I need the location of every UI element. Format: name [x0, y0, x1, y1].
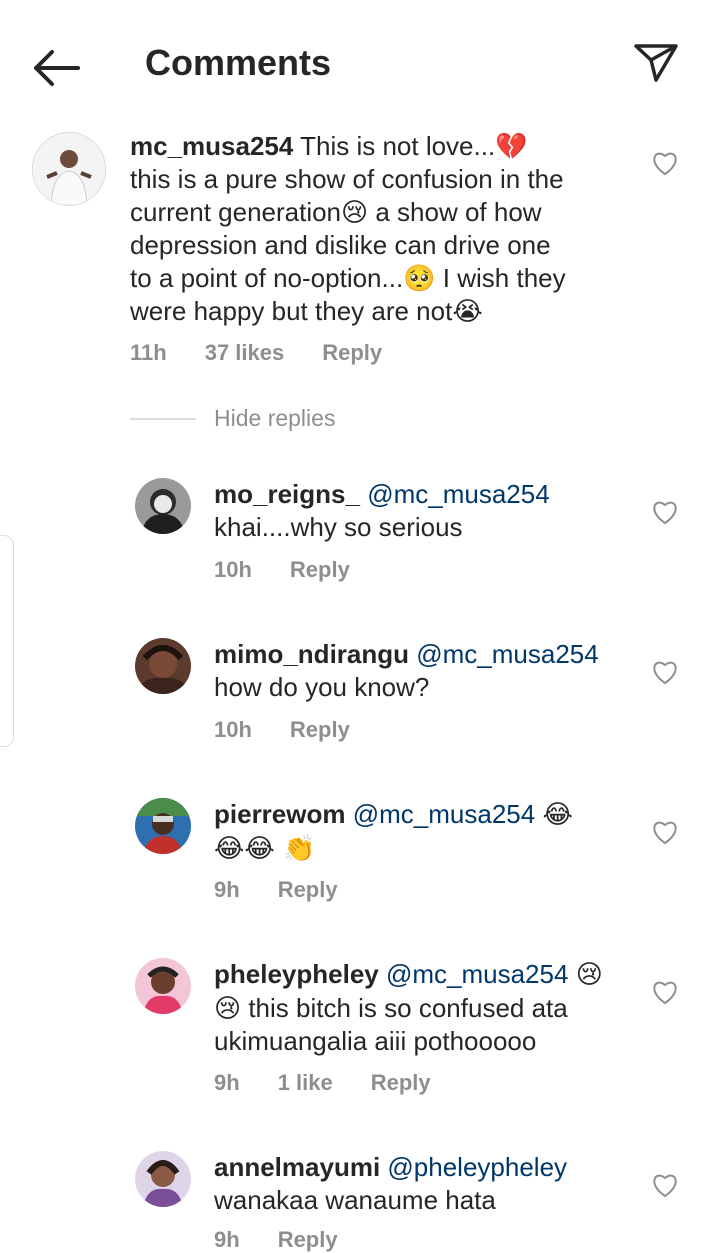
comment-line: were happy but they are not😭 — [130, 296, 483, 326]
comment-username[interactable]: pierrewom — [214, 799, 346, 829]
comment-line: depression and dislike can drive one — [130, 230, 551, 260]
comment-line: how do you know? — [214, 672, 430, 702]
share-button[interactable] — [630, 38, 682, 86]
mention-link[interactable]: @mc_musa254 — [386, 959, 568, 989]
comment-line: 😢 — [575, 960, 603, 990]
comment-text: annelmayumi @pheleypheley wanakaa wanaum… — [214, 1151, 644, 1217]
mention-link[interactable]: @mc_musa254 — [416, 639, 598, 669]
comment-username[interactable]: annelmayumi — [214, 1152, 380, 1182]
header-bar: Comments — [0, 0, 720, 130]
comment-line: wanakaa wanaume hata — [214, 1185, 496, 1215]
back-button[interactable] — [30, 46, 82, 90]
comment-meta: 11h 37 likes Reply — [130, 340, 420, 366]
mention-link[interactable]: @mc_musa254 — [353, 799, 535, 829]
comment-time: 10h — [214, 717, 252, 742]
comment-likes[interactable]: 1 like — [278, 1070, 333, 1095]
paper-plane-icon — [634, 44, 678, 82]
comment-meta: 10h Reply — [214, 717, 388, 743]
reply-button[interactable]: Reply — [278, 877, 338, 902]
heart-icon[interactable] — [651, 150, 679, 176]
divider — [130, 418, 196, 420]
avatar[interactable] — [32, 132, 106, 206]
comment-time: 10h — [214, 557, 252, 582]
comment-likes[interactable]: 37 likes — [205, 340, 285, 365]
comment-text: mc_musa254 This is not love...💔 this is … — [130, 130, 630, 328]
avatar[interactable] — [135, 958, 191, 1014]
mention-link[interactable]: @mc_musa254 — [367, 479, 549, 509]
mention-link[interactable]: @pheleypheley — [387, 1152, 567, 1182]
comment-line: current generation😢 a show of how — [130, 197, 542, 227]
reply-button[interactable]: Reply — [290, 717, 350, 742]
reply-button[interactable]: Reply — [290, 557, 350, 582]
comment-username[interactable]: pheleypheley — [214, 959, 379, 989]
comment-username[interactable]: mc_musa254 — [130, 131, 293, 161]
comment-time: 9h — [214, 1070, 240, 1095]
comment-time: 11h — [130, 340, 167, 365]
reply-button[interactable]: Reply — [322, 340, 382, 365]
heart-icon[interactable] — [651, 979, 679, 1005]
floating-panel-edge — [0, 535, 14, 747]
comment-text: pheleypheley @mc_musa254 😢 😢 this bitch … — [214, 958, 644, 1058]
hide-replies-label[interactable]: Hide replies — [214, 405, 335, 432]
heart-icon[interactable] — [651, 499, 679, 525]
comment-username[interactable]: mo_reigns_ — [214, 479, 360, 509]
comment-meta: 10h Reply — [214, 557, 388, 583]
arrow-left-icon — [34, 50, 80, 86]
heart-icon[interactable] — [651, 659, 679, 685]
avatar[interactable] — [135, 638, 191, 694]
comment-line: 😢 this bitch is so confused ata — [214, 993, 568, 1023]
comment-meta: 9h 1 like Reply — [214, 1070, 469, 1096]
reply-button[interactable]: Reply — [371, 1070, 431, 1095]
comment-line: ukimuangalia aiii pothooooo — [214, 1026, 537, 1056]
comment-line: this is a pure show of confusion in the — [130, 164, 564, 194]
reply-button[interactable]: Reply — [278, 1227, 338, 1252]
comment-username[interactable]: mimo_ndirangu — [214, 639, 409, 669]
avatar[interactable] — [135, 1151, 191, 1207]
comment-text: mo_reigns_ @mc_musa254 khai....why so se… — [214, 478, 644, 544]
comment-meta: 9h Reply — [214, 1227, 376, 1253]
page-title: Comments — [145, 42, 332, 83]
comment-line: 😂😂 👏 — [214, 834, 316, 864]
comment-time: 9h — [214, 1227, 240, 1252]
comment-line: 😂 — [542, 800, 573, 830]
comment-time: 9h — [214, 877, 240, 902]
comment-line: This is not love...💔 — [300, 131, 528, 161]
heart-icon[interactable] — [651, 819, 679, 845]
comment-text: mimo_ndirangu @mc_musa254 how do you kno… — [214, 638, 644, 704]
comment-meta: 9h Reply — [214, 877, 376, 903]
avatar[interactable] — [135, 798, 191, 854]
comment-line: to a point of no-option...🥺 I wish they — [130, 263, 566, 293]
comment-line: khai....why so serious — [214, 512, 463, 542]
comment-text: pierrewom @mc_musa254 😂 😂😂 👏 — [214, 798, 644, 866]
avatar[interactable] — [135, 478, 191, 534]
heart-icon[interactable] — [651, 1172, 679, 1198]
